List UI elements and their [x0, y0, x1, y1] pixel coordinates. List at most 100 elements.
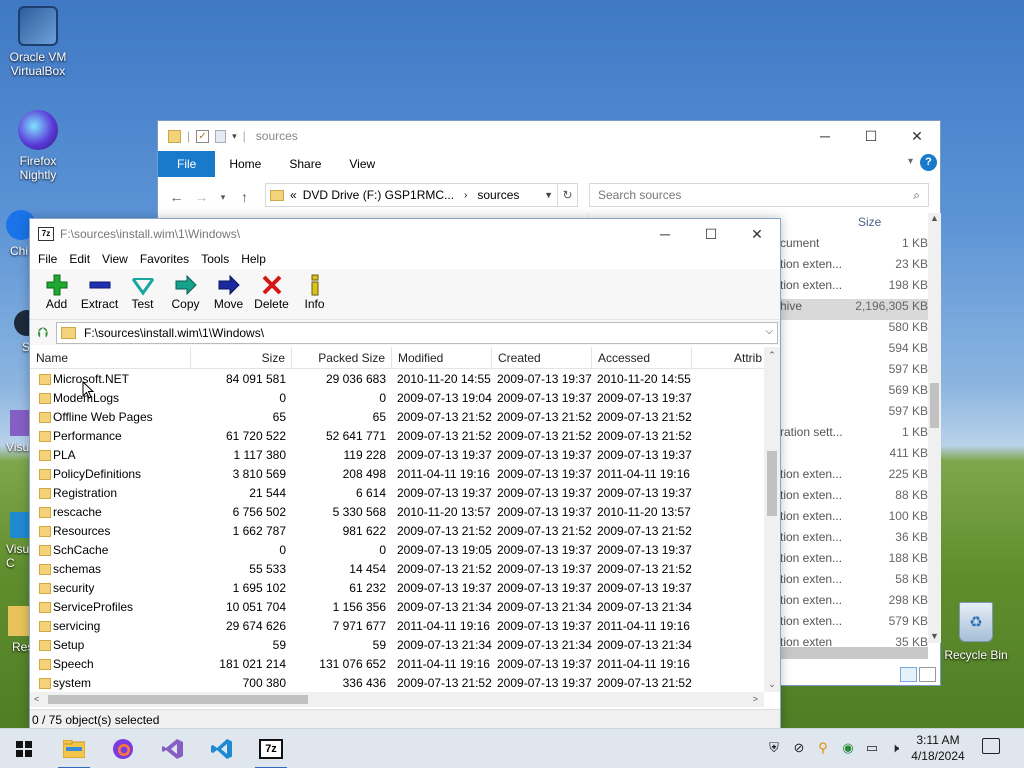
list-item[interactable]: tion exten... 198 KB	[780, 278, 928, 299]
list-item[interactable]: tion exten... 23 KB	[780, 257, 928, 278]
7zip-title-bar[interactable]: 7z F:\sources\install.wim\1\Windows\ ─ ☐…	[30, 219, 780, 249]
table-row[interactable]: Setup 59 59 2009-07-13 21:34 2009-07-13 21:3…	[30, 636, 764, 655]
chevron-down-icon[interactable]: ⌵	[765, 326, 773, 337]
table-row[interactable]: system 700 380 336 436 2009-07-13 21:52 2009…	[30, 674, 764, 693]
chevron-down-icon[interactable]: ▼	[544, 190, 553, 200]
list-item[interactable]: ration sett... 1 KB	[780, 425, 928, 446]
list-item[interactable]: hive 2,196,305 KB	[780, 299, 928, 320]
list-item[interactable]: tion exten... 36 KB	[780, 530, 928, 551]
taskbar-firefox[interactable]	[99, 729, 147, 768]
network-computer-icon[interactable]: ▭	[863, 739, 881, 757]
list-item[interactable]: 580 KB	[780, 320, 928, 341]
table-row[interactable]: servicing 29 674 626 7 971 677 2011-04-11 1…	[30, 617, 764, 636]
system-clock[interactable]: 3:11 AM 4/18/2024	[903, 732, 973, 764]
desktop-icon-virtualbox[interactable]: Oracle VM VirtualBox	[2, 6, 74, 78]
list-item[interactable]: 411 KB	[780, 446, 928, 467]
breadcrumb-current[interactable]: sources	[477, 188, 519, 202]
desktop-icon-recycle-bin[interactable]: Recycle Bin	[940, 602, 1012, 662]
menu-edit[interactable]: Edit	[63, 252, 96, 266]
extract-button[interactable]: Extract	[78, 273, 121, 311]
list-item[interactable]: tion exten... 225 KB	[780, 467, 928, 488]
test-button[interactable]: Test	[121, 273, 164, 311]
list-item[interactable]: tion exten... 188 KB	[780, 551, 928, 572]
explorer-title-bar[interactable]: | ✓ ▾ | sources ─ ☐ ✕	[158, 121, 940, 151]
explorer-search-input[interactable]: Search sources ⌕	[589, 183, 929, 207]
address-overflow[interactable]: «	[290, 188, 297, 202]
column-header-name[interactable]: Name	[30, 347, 191, 369]
table-row[interactable]: Registration 21 544 6 614 2009-07-13 19:37 2…	[30, 484, 764, 503]
7zip-vertical-scrollbar[interactable]: ⌃ ⌄	[764, 347, 780, 692]
list-item[interactable]: tion exten... 579 KB	[780, 614, 928, 635]
maximize-button[interactable]: ☐	[688, 219, 734, 249]
copy-button[interactable]: Copy	[164, 273, 207, 311]
desktop-icon-firefox-nightly[interactable]: Firefox Nightly	[2, 110, 74, 182]
add-button[interactable]: Add	[35, 273, 78, 311]
notifications-icon[interactable]	[982, 738, 1000, 754]
menu-favorites[interactable]: Favorites	[134, 252, 195, 266]
scroll-up-icon[interactable]: ▲	[930, 213, 939, 223]
column-header-size[interactable]: Size	[191, 347, 292, 369]
table-row[interactable]: Performance 61 720 522 52 641 771 2009-07-1…	[30, 427, 764, 446]
shield-icon[interactable]: ⛨	[765, 739, 783, 757]
table-row[interactable]: PolicyDefinitions 3 810 569 208 498 2011-04…	[30, 465, 764, 484]
menu-file[interactable]: File	[32, 252, 63, 266]
7zip-path-field[interactable]: F:\sources\install.wim\1\Windows\ ⌵	[56, 321, 778, 344]
list-item[interactable]: 594 KB	[780, 341, 928, 362]
table-row[interactable]: Resources 1 662 787 981 622 2009-07-13 21:5…	[30, 522, 764, 541]
table-row[interactable]: Offline Web Pages 65 65 2009-07-13 21:52 200…	[30, 408, 764, 427]
magnifier-tool-icon[interactable]: ⚲	[814, 739, 832, 757]
explorer-vertical-scrollbar[interactable]: ▲ ▼	[928, 213, 941, 643]
up-arrow-icon[interactable]: ↑	[232, 189, 257, 205]
table-row[interactable]: schemas 55 533 14 454 2009-07-13 21:52 2009-…	[30, 560, 764, 579]
menu-view[interactable]: View	[96, 252, 134, 266]
taskbar-file-explorer[interactable]	[50, 729, 98, 768]
table-row[interactable]: security 1 695 102 61 232 2009-07-13 19:37 2…	[30, 579, 764, 598]
list-item[interactable]: tion exten... 100 KB	[780, 509, 928, 530]
list-item[interactable]: 569 KB	[780, 383, 928, 404]
minimize-button[interactable]: ─	[802, 121, 848, 151]
table-row[interactable]: ModemLogs 0 0 2009-07-13 19:04 2009-07-13 19…	[30, 389, 764, 408]
table-row[interactable]: rescache 6 756 502 5 330 568 2010-11-20 13:…	[30, 503, 764, 522]
column-header-packed-size[interactable]: Packed Size	[292, 347, 392, 369]
minimize-button[interactable]: ─	[642, 219, 688, 249]
breadcrumb-drive[interactable]: DVD Drive (F:) GSP1RMC...	[303, 188, 454, 202]
column-header-attrib[interactable]: Attrib	[692, 347, 764, 369]
menu-help[interactable]: Help	[235, 252, 272, 266]
scroll-left-icon[interactable]: <	[34, 692, 39, 707]
tab-share[interactable]: Share	[275, 151, 335, 177]
7zip-window[interactable]: 7z F:\sources\install.wim\1\Windows\ ─ ☐…	[29, 218, 781, 732]
start-button[interactable]	[0, 729, 48, 768]
move-button[interactable]: Move	[207, 273, 250, 311]
column-header-modified[interactable]: Modified	[392, 347, 492, 369]
recent-locations-chevron-icon[interactable]: ▾	[214, 192, 232, 203]
column-header-accessed[interactable]: Accessed	[592, 347, 692, 369]
menu-tools[interactable]: Tools	[195, 252, 235, 266]
ribbon-expand-chevron-icon[interactable]: ▾	[908, 156, 913, 167]
list-item[interactable]: tion exten... 88 KB	[780, 488, 928, 509]
explorer-horizontal-scrollbar[interactable]	[780, 647, 928, 659]
scroll-right-icon[interactable]: >	[753, 692, 758, 707]
scrollbar-thumb[interactable]	[48, 695, 308, 704]
network-globe-icon[interactable]: ◉	[839, 739, 857, 757]
close-button[interactable]: ✕	[894, 121, 940, 151]
info-button[interactable]: Info	[293, 273, 336, 311]
delete-button[interactable]: Delete	[250, 273, 293, 311]
large-icons-view-icon[interactable]	[919, 667, 936, 682]
list-item[interactable]: 597 KB	[780, 404, 928, 425]
help-icon[interactable]: ?	[920, 154, 937, 171]
list-item[interactable]: tion exten... 298 KB	[780, 593, 928, 614]
scroll-down-icon[interactable]: ⌄	[764, 676, 780, 692]
scrollbar-thumb[interactable]	[767, 451, 777, 516]
list-item[interactable]: cument 1 KB	[780, 236, 928, 257]
volume-muted-icon[interactable]: 🕨	[886, 739, 904, 757]
taskbar-7zip[interactable]: 7z	[247, 729, 295, 768]
column-header-size[interactable]: Size	[858, 215, 881, 229]
table-row[interactable]: Speech 181 021 214 131 076 652 2011-04-11 1…	[30, 655, 764, 674]
maximize-button[interactable]: ☐	[848, 121, 894, 151]
scroll-up-icon[interactable]: ⌃	[764, 347, 780, 363]
tab-home[interactable]: Home	[215, 151, 275, 177]
column-header-created[interactable]: Created	[492, 347, 592, 369]
explorer-path-field[interactable]: « DVD Drive (F:) GSP1RMC... › sources ▼	[265, 183, 558, 207]
back-arrow-icon[interactable]: ←	[164, 189, 189, 205]
parent-folder-icon[interactable]: ⮉	[30, 324, 56, 341]
